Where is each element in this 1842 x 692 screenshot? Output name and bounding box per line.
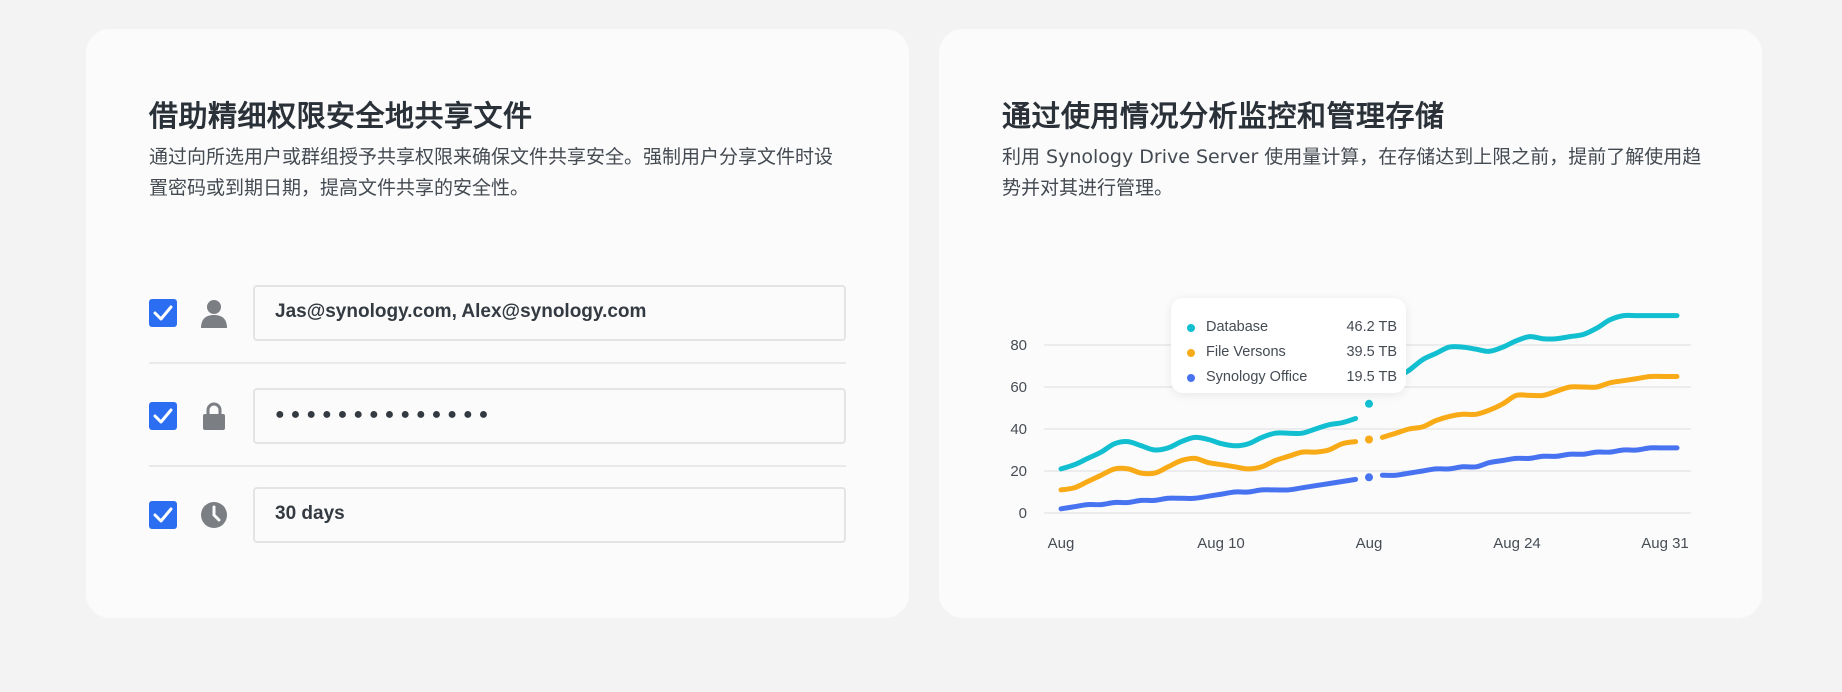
file-versons-point: [1365, 435, 1373, 444]
y-tick-label: 20: [1010, 463, 1027, 480]
x-tick-label: Aug: [1356, 535, 1383, 552]
tooltip-row-database: Database 46.2 TB: [1187, 318, 1397, 338]
tooltip-series-name: File Versons: [1206, 344, 1286, 360]
divider: [149, 362, 846, 364]
tooltip-row-synology-office: Synology Office 19.5 TB: [1187, 368, 1397, 388]
synology-office-point: [1365, 473, 1373, 482]
user-icon: [199, 298, 229, 328]
share-card-title: 借助精细权限安全地共享文件: [149, 99, 533, 133]
share-row-expiry: 30 days: [149, 487, 846, 543]
tooltip-series-value: 39.5 TB: [1346, 344, 1397, 360]
database-point: [1365, 399, 1373, 408]
share-row-users: Jas@synology.com, Alex@synology.com: [149, 285, 846, 341]
password-input[interactable]: ●●●●●●●●●●●●●●: [253, 388, 846, 444]
x-tick-label: Aug 31: [1641, 535, 1689, 552]
lock-icon: [199, 401, 229, 431]
y-tick-label: 0: [1019, 505, 1027, 522]
x-tick-label: Aug 24: [1493, 535, 1541, 552]
tooltip-series-value: 46.2 TB: [1346, 319, 1397, 335]
file-versions-legend-dot: [1187, 349, 1195, 357]
chart-tooltip: Database 46.2 TB File Versons 39.5 TB Sy…: [1171, 298, 1406, 393]
synology-office-line: [1058, 476, 1359, 512]
file-versons-line: [1379, 373, 1680, 440]
storage-card: 通过使用情况分析监控和管理存储 利用 Synology Drive Server…: [939, 29, 1762, 618]
tooltip-series-name: Database: [1206, 319, 1269, 335]
share-card-description: 通过向所选用户或群组授予共享权限来确保文件共享安全。强制用户分享文件时设置密码或…: [149, 146, 834, 199]
users-input[interactable]: Jas@synology.com, Alex@synology.com: [253, 285, 846, 341]
clock-icon: [199, 500, 229, 530]
check-icon: [153, 408, 173, 424]
tooltip-row-file-versions: File Versons 39.5 TB: [1187, 343, 1397, 363]
check-icon: [153, 305, 173, 321]
check-icon: [153, 507, 173, 523]
y-tick-label: 60: [1010, 379, 1027, 396]
y-tick-label: 40: [1010, 421, 1027, 438]
divider: [149, 465, 846, 467]
expiry-input[interactable]: 30 days: [253, 487, 846, 543]
synology-office-legend-dot: [1187, 374, 1195, 382]
password-checkbox[interactable]: [149, 402, 177, 430]
x-tick-label: Aug: [1048, 535, 1075, 552]
share-row-password: ●●●●●●●●●●●●●●: [149, 388, 846, 444]
database-legend-dot: [1187, 324, 1195, 332]
share-card: 借助精细权限安全地共享文件 通过向所选用户或群组授予共享权限来确保文件共享安全。…: [86, 29, 909, 618]
expiry-checkbox[interactable]: [149, 501, 177, 529]
tooltip-series-value: 19.5 TB: [1346, 369, 1397, 385]
tooltip-series-name: Synology Office: [1206, 369, 1308, 385]
users-checkbox[interactable]: [149, 299, 177, 327]
x-tick-label: Aug 10: [1197, 535, 1245, 552]
y-tick-label: 80: [1010, 337, 1027, 354]
